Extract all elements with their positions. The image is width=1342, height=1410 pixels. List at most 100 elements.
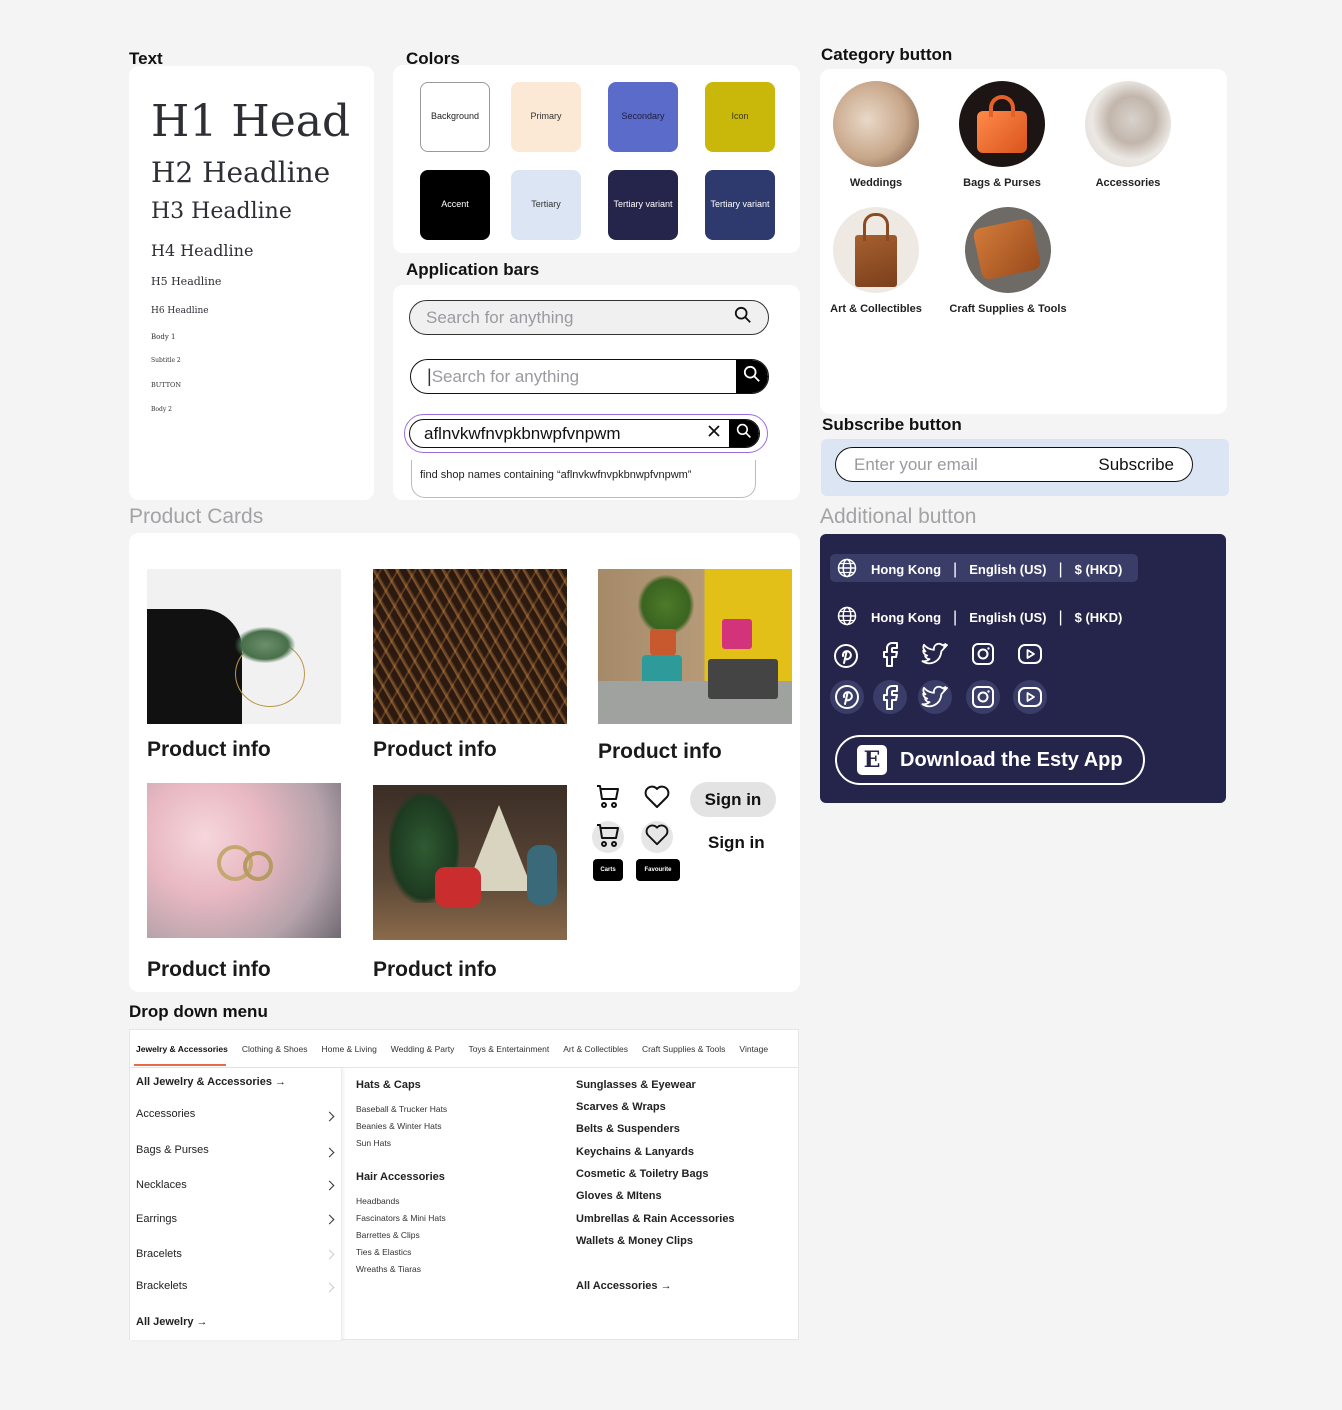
tab-jewelry[interactable]: Jewelry & Accessories bbox=[136, 1044, 228, 1054]
facebook-icon[interactable] bbox=[873, 680, 907, 714]
tab-wedding[interactable]: Wedding & Party bbox=[391, 1044, 455, 1054]
twitter-icon[interactable] bbox=[919, 638, 951, 670]
product-title[interactable]: Product info bbox=[147, 738, 271, 762]
category-bags-purses[interactable]: Bags & Purses bbox=[932, 81, 1072, 189]
search-bar-default[interactable]: Search for anything bbox=[409, 300, 769, 335]
separator: | bbox=[953, 608, 958, 626]
product-image[interactable] bbox=[373, 785, 567, 940]
cart-tooltip: Carts bbox=[593, 859, 623, 881]
menu-item[interactable]: Barrettes & Clips bbox=[356, 1230, 420, 1240]
search-bar-focused[interactable]: | Search for anything bbox=[410, 359, 769, 394]
globe-icon bbox=[837, 606, 857, 629]
instagram-icon[interactable] bbox=[967, 638, 999, 670]
menu-item[interactable]: Headbands bbox=[356, 1196, 399, 1206]
product-title[interactable]: Product info bbox=[147, 958, 271, 982]
all-jewelry-link[interactable]: All Jewelry → bbox=[136, 1316, 208, 1328]
menu-item-bracelets[interactable]: Bracelets bbox=[136, 1248, 182, 1260]
button-photo-icon bbox=[1085, 81, 1171, 167]
language-label: English (US) bbox=[969, 610, 1047, 625]
body2-sample: Body 2 bbox=[151, 406, 172, 413]
section-title-appbars: Application bars bbox=[406, 260, 540, 279]
product-title[interactable]: Product info bbox=[598, 740, 722, 764]
clear-icon[interactable] bbox=[707, 424, 721, 443]
link-label: All Accessories bbox=[576, 1280, 658, 1292]
category-label: Bags & Purses bbox=[963, 177, 1041, 189]
product-title[interactable]: Product info bbox=[373, 738, 497, 762]
youtube-icon[interactable] bbox=[1013, 680, 1047, 714]
category-accessories[interactable]: Accessories bbox=[1058, 81, 1198, 189]
region-label: Hong Kong bbox=[871, 610, 942, 625]
search-button[interactable] bbox=[729, 420, 759, 447]
email-field[interactable]: Enter your email bbox=[854, 455, 978, 475]
pinterest-icon[interactable] bbox=[830, 640, 862, 672]
colors-card: Background Primary Secondary Icon Accent… bbox=[393, 65, 800, 253]
facebook-icon[interactable] bbox=[874, 638, 906, 670]
menu-item-accessories[interactable]: Accessories bbox=[136, 1108, 195, 1120]
category-art-collectibles[interactable]: Art & Collectibles bbox=[806, 207, 946, 315]
tab-clothing[interactable]: Clothing & Shoes bbox=[242, 1044, 308, 1054]
search-button[interactable] bbox=[736, 360, 768, 393]
menu-item[interactable]: Wallets & Money Clips bbox=[576, 1235, 693, 1247]
menu-item[interactable]: Fascinators & Mini Hats bbox=[356, 1213, 446, 1223]
cart-button-hover[interactable] bbox=[592, 821, 624, 853]
menu-item[interactable]: Wreaths & Tiaras bbox=[356, 1264, 421, 1274]
category-weddings[interactable]: Weddings bbox=[806, 81, 946, 189]
menu-item[interactable]: Ties & Elastics bbox=[356, 1247, 411, 1257]
menu-item[interactable]: Gloves & MItens bbox=[576, 1190, 662, 1202]
locale-button[interactable]: Hong Kong | English (US) | $ (HKD) bbox=[837, 606, 1122, 629]
group-title-hair[interactable]: Hair Accessories bbox=[356, 1171, 445, 1183]
menu-item[interactable]: Sun Hats bbox=[356, 1138, 391, 1148]
menu-item[interactable]: Belts & Suspenders bbox=[576, 1123, 680, 1135]
menu-item[interactable]: Baseball & Trucker Hats bbox=[356, 1104, 447, 1114]
twitter-icon[interactable] bbox=[918, 680, 952, 714]
category-label: Weddings bbox=[849, 177, 903, 189]
instagram-icon[interactable] bbox=[966, 680, 1000, 714]
all-accessories-link[interactable]: All Accessories → bbox=[576, 1280, 672, 1292]
section-title-category: Category button bbox=[821, 45, 953, 64]
group-title-hats[interactable]: Hats & Caps bbox=[356, 1079, 421, 1091]
menu-item[interactable]: Beanies & Winter Hats bbox=[356, 1121, 442, 1131]
search-placeholder: Search for anything bbox=[426, 307, 574, 327]
locale-button-active[interactable]: Hong Kong | English (US) | $ (HKD) bbox=[837, 558, 1122, 581]
tab-art[interactable]: Art & Collectibles bbox=[563, 1044, 628, 1054]
heart-icon[interactable] bbox=[644, 785, 670, 814]
product-image[interactable] bbox=[147, 569, 341, 724]
tab-home[interactable]: Home & Living bbox=[322, 1044, 377, 1054]
product-image[interactable] bbox=[598, 569, 792, 724]
menu-item[interactable]: Scarves & Wraps bbox=[576, 1101, 666, 1113]
menu-item[interactable]: Keychains & Lanyards bbox=[576, 1146, 694, 1158]
favourite-button-hover[interactable] bbox=[641, 821, 673, 853]
menu-item[interactable]: Cosmetic & Toiletry Bags bbox=[576, 1168, 708, 1180]
youtube-icon[interactable] bbox=[1014, 638, 1046, 670]
swatch-accent: Accent bbox=[420, 170, 490, 240]
subscribe-button[interactable]: Subscribe bbox=[1098, 455, 1174, 475]
sign-in-button-plain[interactable]: Sign in bbox=[708, 833, 765, 853]
download-app-button[interactable]: E Download the Esty App bbox=[835, 735, 1145, 785]
search-bar-filled[interactable]: aflnvkwfnvpkbnwpfvnpwm bbox=[409, 419, 760, 448]
product-image[interactable] bbox=[373, 569, 567, 724]
tab-toys[interactable]: Toys & Entertainment bbox=[468, 1044, 549, 1054]
menu-item[interactable]: Umbrellas & Rain Accessories bbox=[576, 1213, 735, 1225]
category-craft-supplies[interactable]: Craft Supplies & Tools bbox=[938, 207, 1078, 315]
menu-item-necklaces[interactable]: Necklaces bbox=[136, 1179, 187, 1191]
product-image[interactable] bbox=[147, 783, 341, 938]
cart-icon[interactable] bbox=[595, 783, 621, 814]
download-label: Download the Esty App bbox=[900, 748, 1123, 771]
product-cards-card: Product info Product info Product info P… bbox=[129, 533, 800, 992]
menu-item-bags[interactable]: Bags & Purses bbox=[136, 1144, 209, 1156]
product-title[interactable]: Product info bbox=[373, 958, 497, 982]
menu-item-brackelets[interactable]: Brackelets bbox=[136, 1280, 187, 1292]
all-jewelry-accessories-link[interactable]: All Jewelry & Accessories → bbox=[136, 1076, 286, 1088]
menu-item-earrings[interactable]: Earrings bbox=[136, 1213, 177, 1225]
tab-craft[interactable]: Craft Supplies & Tools bbox=[642, 1044, 725, 1054]
tab-vintage[interactable]: Vintage bbox=[739, 1044, 768, 1054]
pinterest-icon[interactable] bbox=[830, 680, 864, 714]
search-icon[interactable] bbox=[734, 306, 752, 329]
sign-in-button-filled[interactable]: Sign in bbox=[690, 782, 776, 817]
subtitle2-sample: Subtitle 2 bbox=[151, 357, 181, 364]
subscribe-panel: Enter your email Subscribe bbox=[821, 439, 1229, 496]
search-suggestion[interactable]: find shop names containing “aflnvkwfnvpk… bbox=[411, 460, 756, 498]
tote-bag-photo-icon bbox=[833, 207, 919, 293]
favourite-tooltip: Favourite bbox=[636, 859, 680, 881]
menu-item[interactable]: Sunglasses & Eyewear bbox=[576, 1079, 696, 1091]
